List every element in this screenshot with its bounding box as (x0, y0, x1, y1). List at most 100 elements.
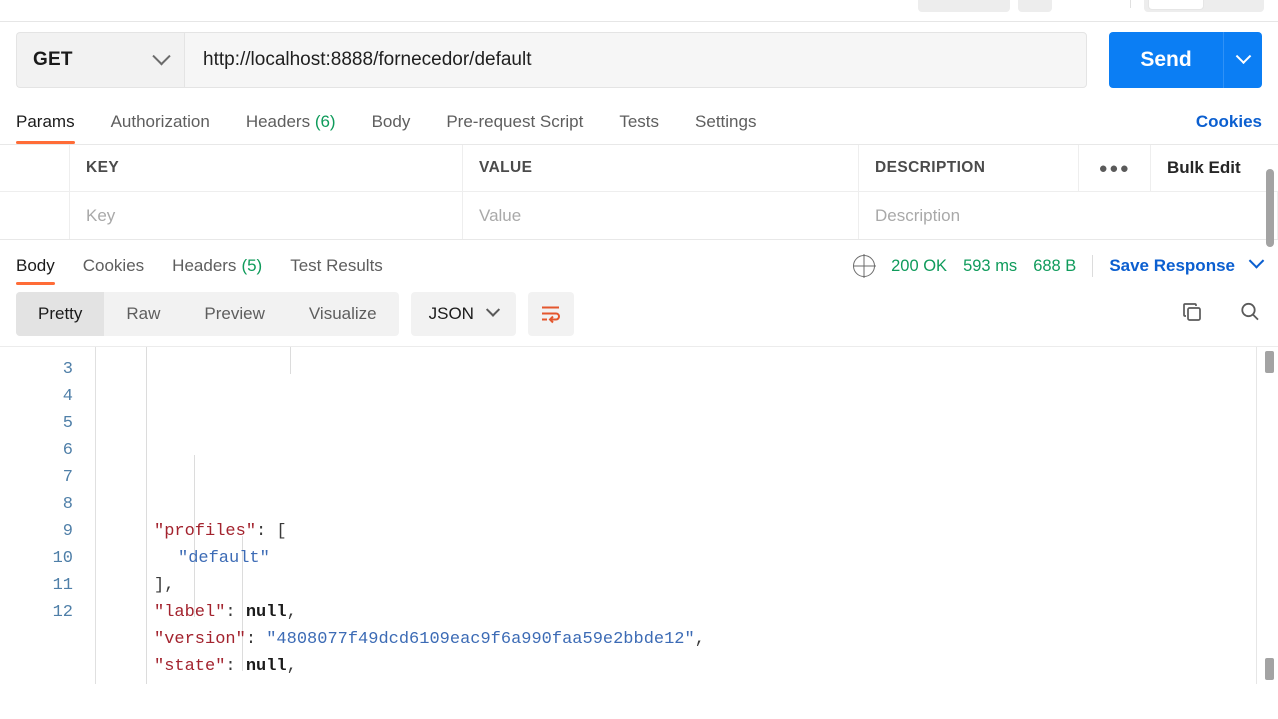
line-number: 4 (62, 387, 73, 406)
tab-tests[interactable]: Tests (619, 112, 659, 144)
tab-headers-label: Headers (245, 112, 311, 131)
code-token: , (286, 657, 297, 676)
toolbar-divider (1130, 0, 1131, 8)
query-params-table: KEY VALUE DESCRIPTION ●●● Bulk Edit Key … (0, 144, 1278, 247)
response-tab-test-results[interactable]: Test Results (290, 240, 383, 292)
request-tabs: Params Authorization Headers (6) Body Pr… (0, 100, 1278, 144)
ghost-control-a[interactable] (918, 0, 1010, 12)
tab-pre-request-script[interactable]: Pre-request Script (446, 112, 583, 144)
response-tab-body-label: Body (16, 256, 55, 275)
params-scrollbar[interactable] (1266, 147, 1276, 247)
response-tab-cookies-label: Cookies (82, 256, 145, 275)
code-line: "version": "4808077f49dcd6109eac9f6a990f… (96, 626, 1278, 653)
chevron-down-icon[interactable] (1248, 252, 1265, 269)
code-token: "default" (178, 549, 270, 568)
response-tab-test-results-label: Test Results (290, 256, 383, 275)
code-token: : (225, 657, 246, 676)
body-scrollbar-thumb-top[interactable] (1265, 351, 1274, 373)
header-value-cell: VALUE (463, 145, 859, 191)
code-token: ], (154, 576, 175, 595)
response-tab-headers[interactable]: Headers (5) (172, 240, 262, 292)
param-description-input[interactable]: Description (859, 192, 1278, 239)
send-options-button[interactable] (1223, 32, 1262, 88)
view-mode-visualize[interactable]: Visualize (287, 292, 399, 336)
send-button-group: Send (1109, 32, 1262, 88)
header-description-label: DESCRIPTION (875, 159, 986, 176)
response-tab-headers-count: (5) (241, 256, 263, 275)
search-button[interactable] (1238, 300, 1262, 329)
send-button[interactable]: Send (1109, 32, 1223, 88)
response-tabs: Body Cookies Headers (5) Test Results 20… (0, 240, 1278, 292)
row-checkbox-cell[interactable] (0, 192, 70, 239)
response-meta: 200 OK 593 ms 688 B Save Response (853, 252, 1265, 277)
tab-tests-label: Tests (619, 112, 660, 131)
tab-body[interactable]: Body (372, 112, 411, 144)
chevron-down-icon (1235, 47, 1251, 64)
view-mode-raw[interactable]: Raw (104, 292, 182, 336)
table-header-row: KEY VALUE DESCRIPTION ●●● Bulk Edit (0, 145, 1278, 192)
bulk-edit-button[interactable]: Bulk Edit (1151, 145, 1278, 191)
params-scrollbar-thumb[interactable] (1266, 169, 1274, 247)
tab-body-label: Body (371, 112, 411, 131)
url-input[interactable]: http://localhost:8888/fornecedor/default (184, 32, 1087, 88)
view-mode-segmented-control: Pretty Raw Preview Visualize (16, 292, 399, 336)
tab-headers[interactable]: Headers (6) (246, 112, 336, 144)
tab-pre-request-script-label: Pre-request Script (446, 112, 584, 131)
copy-button[interactable] (1180, 300, 1204, 329)
window-chrome-strip (0, 0, 1278, 22)
http-method-label: GET (33, 49, 73, 70)
view-mode-preview[interactable]: Preview (182, 292, 286, 336)
response-action-icons (1180, 300, 1262, 329)
search-icon (1241, 302, 1259, 320)
copy-icon (1183, 302, 1201, 321)
response-tab-body[interactable]: Body (16, 240, 55, 292)
save-response-button[interactable]: Save Response (1109, 256, 1235, 276)
view-mode-pretty[interactable]: Pretty (16, 292, 105, 336)
tab-params[interactable]: Params (16, 112, 75, 144)
header-key-cell: KEY (70, 145, 463, 191)
response-format-select[interactable]: JSON (410, 292, 516, 336)
code-token: : (245, 630, 267, 649)
http-method-selector[interactable]: GET (16, 32, 184, 88)
line-number: 3 (62, 360, 73, 379)
line-number-gutter: 3 4 5 6 7 8 9 10 11 12 (0, 347, 96, 684)
params-more-options-button[interactable]: ●●● (1079, 145, 1151, 191)
body-scrollbar-thumb-bottom[interactable] (1265, 658, 1274, 680)
header-checkbox-cell (0, 145, 70, 191)
json-code-content[interactable]: "profiles": ["default"], "label": null, "v… (96, 347, 1278, 684)
header-value-label: VALUE (479, 159, 533, 176)
ellipsis-icon: ●●● (1098, 159, 1131, 177)
code-token: "4808077f49dcd6109eac9f6a990faa59e2bbde1… (266, 630, 695, 649)
response-time: 593 ms (963, 256, 1018, 275)
param-value-placeholder: Value (479, 205, 522, 225)
word-wrap-button[interactable] (527, 292, 574, 336)
tab-settings[interactable]: Settings (695, 112, 756, 144)
param-key-input[interactable]: Key (70, 192, 463, 239)
line-number: 6 (62, 441, 73, 460)
chevron-down-icon (152, 46, 171, 65)
ghost-control-b[interactable] (1018, 0, 1052, 12)
tab-headers-count: (6) (314, 112, 336, 131)
code-token: : [ (256, 522, 287, 541)
code-line: "label": null, (96, 599, 1278, 626)
code-token: "state" (154, 657, 226, 676)
ghost-control-c-inner[interactable] (1148, 0, 1204, 10)
tab-settings-label: Settings (695, 112, 757, 131)
code-line: "propertySources": [ (96, 680, 1278, 684)
cookies-link[interactable]: Cookies (1196, 112, 1262, 144)
response-tab-cookies[interactable]: Cookies (83, 240, 144, 292)
indent-guide (290, 347, 291, 374)
code-line: "default" (96, 545, 1278, 572)
code-token: "version" (154, 630, 246, 649)
code-token: , (694, 630, 705, 649)
tab-authorization[interactable]: Authorization (111, 112, 210, 144)
code-line: "state": null, (96, 653, 1278, 680)
line-number: 11 (52, 576, 73, 595)
line-number: 12 (52, 603, 73, 622)
response-format-label: JSON (428, 304, 474, 323)
param-key-placeholder: Key (86, 205, 116, 225)
response-body-viewer[interactable]: 3 4 5 6 7 8 9 10 11 12 "profiles": ["default"], "l… (0, 346, 1278, 684)
param-description-placeholder: Description (875, 205, 961, 225)
param-value-input[interactable]: Value (463, 192, 859, 239)
globe-icon (853, 255, 876, 277)
